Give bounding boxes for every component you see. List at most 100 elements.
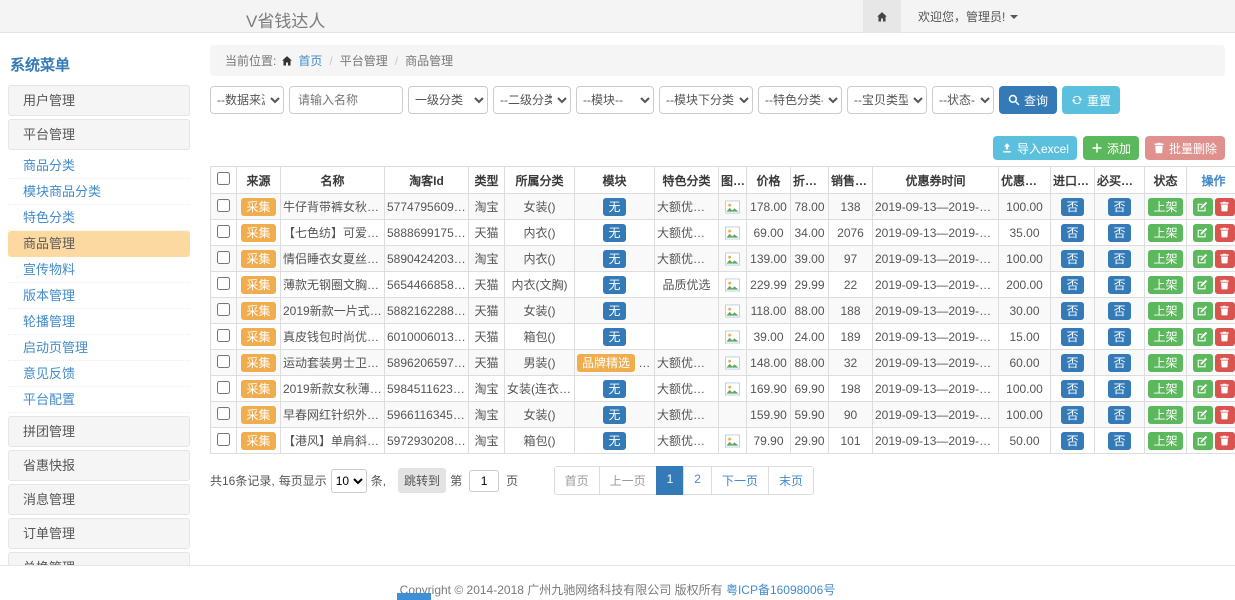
filter-select[interactable]: --数据来源-- bbox=[210, 86, 284, 114]
icon-cell bbox=[719, 350, 747, 376]
coupon-time-cell: 2019-09-13—2019-09-17 bbox=[873, 376, 999, 402]
coupon-amount-cell: 100.00 bbox=[999, 402, 1051, 428]
edit-button[interactable] bbox=[1193, 224, 1213, 242]
edit-button[interactable] bbox=[1193, 302, 1213, 320]
user-menu[interactable]: 欢迎您，管理员! bbox=[918, 8, 1018, 25]
delete-button[interactable] bbox=[1215, 276, 1235, 294]
add-button[interactable]: 添加 bbox=[1083, 136, 1139, 160]
per-page-select[interactable]: 10 bbox=[331, 469, 367, 493]
price-cell: 159.90 bbox=[747, 402, 791, 428]
sales-cell: 2076 bbox=[829, 220, 873, 246]
import-choice-cell: 否 bbox=[1051, 428, 1095, 454]
row-checkbox[interactable] bbox=[217, 277, 230, 290]
breadcrumb-home-link[interactable]: 首页 bbox=[298, 52, 322, 69]
filter-bar: --数据来源-- 一级分类--二级分类----模块----模块下分类----特色分… bbox=[210, 86, 1225, 114]
filter-select[interactable]: --二级分类-- bbox=[493, 86, 571, 114]
status-badge: 否 bbox=[1061, 432, 1083, 450]
filter-select[interactable]: --模块下分类-- bbox=[659, 86, 753, 114]
row-select-cell bbox=[211, 402, 237, 428]
delete-button[interactable] bbox=[1215, 406, 1235, 424]
sidebar-group[interactable]: 消息管理 bbox=[8, 484, 190, 515]
status-badge: 否 bbox=[1108, 354, 1130, 372]
edit-button[interactable] bbox=[1193, 380, 1213, 398]
import-excel-button[interactable]: 导入excel bbox=[993, 136, 1077, 160]
sidebar-subitem[interactable]: 特色分类 bbox=[8, 205, 190, 231]
filter-select[interactable]: --特色分类-- bbox=[758, 86, 842, 114]
sidebar-subitem[interactable]: 意见反馈 bbox=[8, 361, 190, 387]
product-name-cell: 【港风】单肩斜跨链条... bbox=[281, 428, 385, 454]
icp-link[interactable]: 粤ICP备16098006号 bbox=[726, 583, 835, 597]
delete-button[interactable] bbox=[1215, 354, 1235, 372]
sidebar-group[interactable]: 平台管理 bbox=[8, 119, 190, 150]
row-checkbox[interactable] bbox=[217, 381, 230, 394]
sidebar-subitem[interactable]: 轮播管理 bbox=[8, 309, 190, 335]
batch-delete-button[interactable]: 批量删除 bbox=[1145, 136, 1225, 160]
column-header: 类型 bbox=[469, 167, 505, 194]
page-number-input[interactable] bbox=[469, 470, 499, 492]
product-thumbnail bbox=[725, 303, 740, 317]
sidebar-subitem[interactable]: 启动页管理 bbox=[8, 335, 190, 361]
sidebar-group[interactable]: 用户管理 bbox=[8, 85, 190, 116]
row-checkbox[interactable] bbox=[217, 355, 230, 368]
delete-button[interactable] bbox=[1215, 198, 1235, 216]
edit-button[interactable] bbox=[1193, 354, 1213, 372]
table-row: 采集2019新款一片式系...588216228899天猫女装()无118.00… bbox=[211, 298, 1235, 324]
delete-button[interactable] bbox=[1215, 380, 1235, 398]
reset-button[interactable]: 重置 bbox=[1062, 86, 1120, 114]
import-choice-cell: 否 bbox=[1051, 402, 1095, 428]
edit-button[interactable] bbox=[1193, 406, 1213, 424]
sidebar-subitem[interactable]: 版本管理 bbox=[8, 283, 190, 309]
sidebar-subitem[interactable]: 宣传物料 bbox=[8, 257, 190, 283]
delete-button[interactable] bbox=[1215, 432, 1235, 450]
select-all-checkbox[interactable] bbox=[217, 172, 230, 185]
pager-item[interactable]: 末页 bbox=[768, 466, 814, 495]
source-cell: 采集 bbox=[237, 402, 281, 428]
edit-button[interactable] bbox=[1193, 432, 1213, 450]
icon-cell bbox=[719, 194, 747, 220]
discount-price-cell: 34.00 bbox=[791, 220, 829, 246]
filter-select[interactable]: --状态-- bbox=[932, 86, 994, 114]
name-search-input[interactable] bbox=[289, 86, 403, 114]
status-badge: 上架 bbox=[1148, 328, 1182, 346]
filter-select[interactable]: 一级分类 bbox=[408, 86, 488, 114]
pager-item[interactable]: 1 bbox=[656, 466, 685, 495]
sidebar-subitem[interactable]: 商品管理 bbox=[8, 231, 190, 257]
edit-button[interactable] bbox=[1193, 250, 1213, 268]
row-checkbox[interactable] bbox=[217, 407, 230, 420]
sidebar-menu: 用户管理平台管理商品分类模块商品分类特色分类商品管理宣传物料版本管理轮播管理启动… bbox=[8, 85, 190, 600]
row-checkbox[interactable] bbox=[217, 433, 230, 446]
product-thumbnail bbox=[725, 251, 740, 265]
delete-button[interactable] bbox=[1215, 250, 1235, 268]
delete-button[interactable] bbox=[1215, 302, 1235, 320]
pager-item[interactable]: 下一页 bbox=[711, 466, 769, 495]
edit-button[interactable] bbox=[1193, 198, 1213, 216]
row-checkbox[interactable] bbox=[217, 303, 230, 316]
sidebar-subitem[interactable]: 商品分类 bbox=[8, 153, 190, 179]
pager-item[interactable]: 2 bbox=[683, 466, 712, 495]
sidebar-subitem[interactable]: 模块商品分类 bbox=[8, 179, 190, 205]
coupon-amount-cell: 30.00 bbox=[999, 298, 1051, 324]
row-checkbox[interactable] bbox=[217, 225, 230, 238]
sidebar-group[interactable]: 拼团管理 bbox=[8, 416, 190, 447]
taoke-id-cell: 588869917501 bbox=[385, 220, 469, 246]
row-checkbox[interactable] bbox=[217, 329, 230, 342]
status-badge: 采集 bbox=[241, 354, 275, 372]
type-cell: 天猫 bbox=[469, 350, 505, 376]
row-checkbox[interactable] bbox=[217, 251, 230, 264]
home-button[interactable] bbox=[863, 0, 901, 33]
search-button[interactable]: 查询 bbox=[999, 86, 1057, 114]
filter-select[interactable]: --模块-- bbox=[576, 86, 654, 114]
status-badge: 上架 bbox=[1148, 276, 1182, 294]
edit-button[interactable] bbox=[1193, 276, 1213, 294]
sidebar-group[interactable]: 订单管理 bbox=[8, 518, 190, 549]
sidebar-subitem[interactable]: 平台配置 bbox=[8, 387, 190, 413]
filter-select[interactable]: --宝贝类型-- bbox=[847, 86, 927, 114]
sidebar-group[interactable]: 省惠快报 bbox=[8, 450, 190, 481]
delete-button[interactable] bbox=[1215, 224, 1235, 242]
edit-button[interactable] bbox=[1193, 328, 1213, 346]
sales-cell: 22 bbox=[829, 272, 873, 298]
delete-button[interactable] bbox=[1215, 328, 1235, 346]
jump-button[interactable]: 跳转到 bbox=[398, 468, 446, 493]
row-checkbox[interactable] bbox=[217, 199, 230, 212]
taoke-id-cell: 598451162391 bbox=[385, 376, 469, 402]
